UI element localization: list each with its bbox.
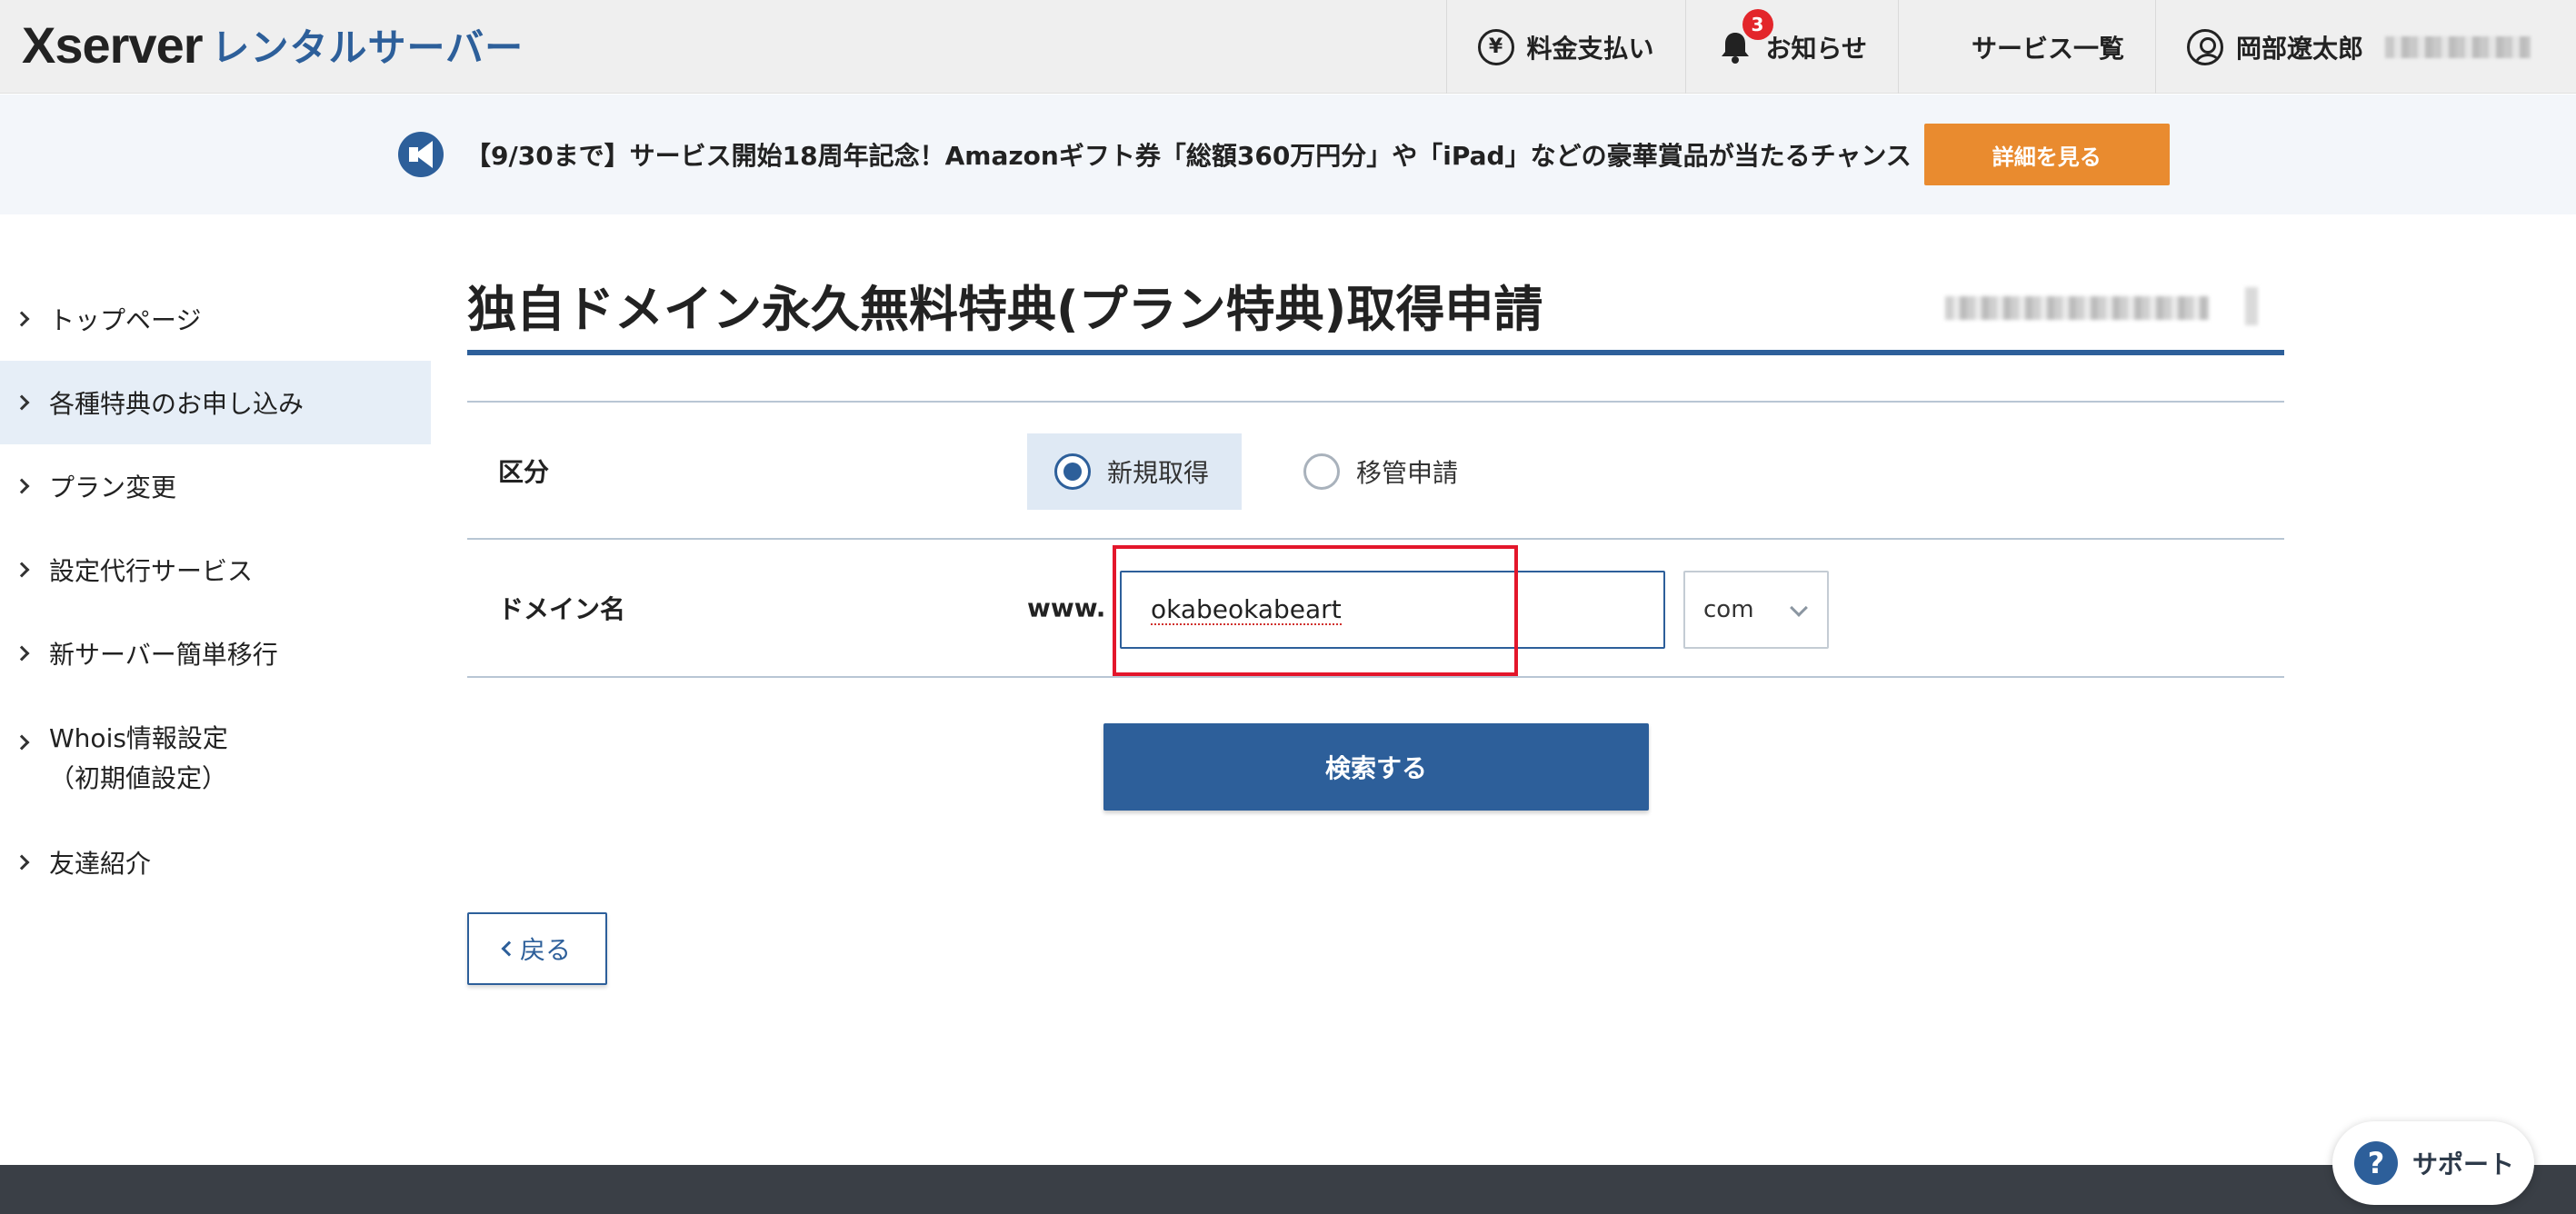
radio-transfer[interactable]: 移管申請	[1276, 433, 1485, 510]
sidebar-item-label: 設定代行サービス	[49, 556, 254, 586]
redacted-user-id	[2385, 35, 2531, 58]
megaphone-icon	[398, 132, 444, 177]
sidebar-item-label: 各種特典のお申し込み	[49, 389, 305, 419]
chevron-right-icon	[14, 478, 30, 494]
search-button[interactable]: 検索する	[1103, 723, 1649, 811]
chevron-down-icon	[1790, 599, 1808, 617]
sidebar-item-label: Whois情報設定	[49, 723, 228, 753]
sidebar-item-whois[interactable]: Whois情報設定 （初期値設定）	[0, 695, 431, 821]
sidebar-item-benefits[interactable]: 各種特典のお申し込み	[0, 361, 431, 444]
tld-select[interactable]: com	[1683, 571, 1829, 649]
radio-new-registration[interactable]: 新規取得	[1027, 433, 1242, 510]
top-header: Xserver レンタルサーバー ¥ 料金支払い 3 お知らせ サービス一覧 岡…	[0, 0, 2576, 94]
support-label: サポート	[2412, 1149, 2515, 1179]
sidebar-item-sublabel: （初期値設定）	[49, 763, 228, 793]
billing-link[interactable]: ¥ 料金支払い	[1445, 0, 1685, 94]
chevron-right-icon	[14, 645, 30, 662]
chevron-right-icon	[14, 854, 30, 871]
type-row: 区分 新規取得 移管申請	[467, 401, 2284, 538]
notifications-link[interactable]: 3 お知らせ	[1684, 0, 1898, 94]
announcement-details-button[interactable]: 詳細を見る	[1923, 124, 2170, 185]
back-label: 戻る	[519, 935, 571, 965]
services-label: サービス一覧	[1971, 33, 2124, 64]
sidebar-item-server-migration[interactable]: 新サーバー簡単移行	[0, 612, 431, 695]
help-icon: ?	[2354, 1141, 2398, 1185]
logo-main: Xserver	[22, 15, 204, 74]
back-button[interactable]: 戻る	[467, 912, 607, 985]
support-button[interactable]: ? サポート	[2332, 1121, 2534, 1205]
bell-icon: 3	[1717, 8, 1773, 65]
user-name: 岡部遼太郎	[2235, 33, 2363, 64]
domain-row: ドメイン名 www. okabeokabeart com	[467, 538, 2284, 678]
sidebar-item-label: プラン変更	[49, 473, 177, 503]
xserver-logo[interactable]: Xserver レンタルサーバー	[22, 13, 524, 76]
www-prefix: www.	[1027, 592, 1106, 623]
sidebar-nav: トップページ 各種特典のお申し込み プラン変更 設定代行サービス 新サーバー簡単…	[0, 277, 431, 904]
sidebar-item-top[interactable]: トップページ	[0, 277, 431, 361]
domain-label: ドメイン名	[498, 594, 626, 624]
grid-menu-icon	[1930, 33, 1959, 62]
sidebar-item-label: 新サーバー簡単移行	[49, 640, 278, 670]
domain-name-value[interactable]: okabeokabeart	[1151, 596, 1342, 625]
type-label: 区分	[498, 456, 550, 487]
page-title: 独自ドメイン永久無料特典(プラン特典)取得申請	[467, 281, 1543, 338]
logo-sub: レンタルサーバー	[211, 25, 524, 70]
billing-label: 料金支払い	[1526, 33, 1654, 64]
sidebar-item-plan-change[interactable]: プラン変更	[0, 444, 431, 528]
radio-checked-icon	[1054, 453, 1091, 490]
chevron-left-icon	[501, 940, 517, 957]
chevron-right-icon	[14, 394, 30, 411]
user-icon	[2186, 28, 2223, 65]
sidebar-item-referral[interactable]: 友達紹介	[0, 821, 431, 904]
header-nav: ¥ 料金支払い 3 お知らせ サービス一覧 岡部遼太郎	[1445, 0, 2576, 94]
title-divider	[467, 350, 2284, 355]
announcement-bar: 【9/30まで】サービス開始18周年記念！Amazonギフト券「総額360万円分…	[0, 95, 2576, 214]
tld-value: com	[1703, 596, 1754, 623]
notification-count-badge: 3	[1742, 8, 1773, 40]
chevron-right-icon	[14, 734, 30, 751]
radio-label: 移管申請	[1356, 458, 1459, 488]
sidebar-item-setup-service[interactable]: 設定代行サービス	[0, 528, 431, 612]
radio-label: 新規取得	[1107, 458, 1210, 488]
announcement-text: 【9/30まで】サービス開始18周年記念！Amazonギフト券「総額360万円分…	[465, 141, 1912, 171]
domain-application-form: 区分 新規取得 移管申請 ドメイン名 www. okabeokabeart co…	[467, 401, 2284, 678]
notifications-label: お知らせ	[1765, 33, 1867, 64]
redacted-server-id	[1945, 296, 2209, 320]
user-menu[interactable]: 岡部遼太郎	[2154, 0, 2576, 94]
footer-bar	[0, 1165, 2576, 1214]
yen-icon: ¥	[1477, 28, 1514, 65]
services-link[interactable]: サービス一覧	[1897, 0, 2155, 94]
radio-unchecked-icon	[1303, 453, 1340, 490]
chevron-right-icon	[14, 311, 30, 327]
chevron-right-icon	[14, 562, 30, 578]
sidebar-item-label: トップページ	[49, 305, 202, 335]
sidebar-item-label: 友達紹介	[49, 849, 152, 879]
redacted-mark	[2245, 287, 2258, 325]
